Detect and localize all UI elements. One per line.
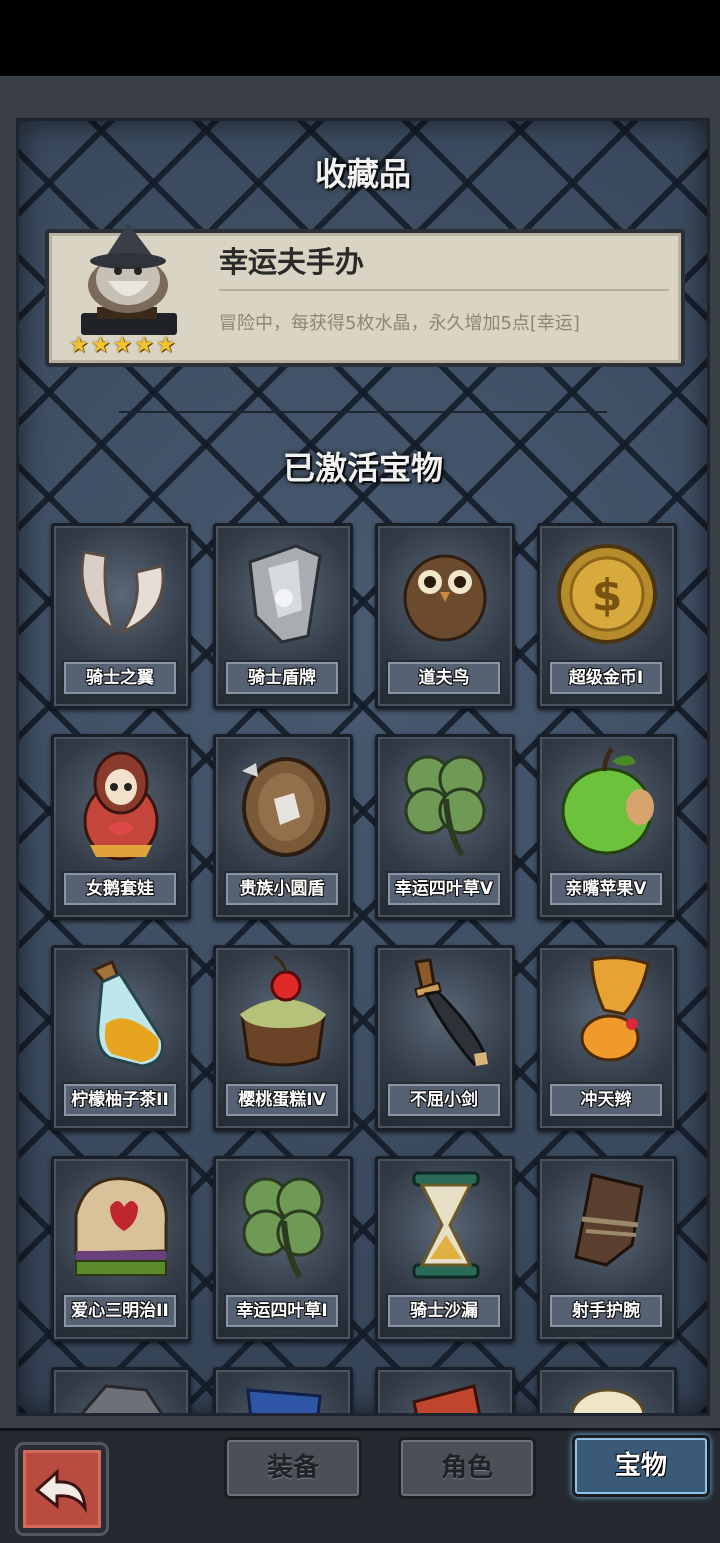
collection-description: 冒险中，每获得5枚水晶，永久增加5点[幸运] [219,313,580,334]
item-label: 超级金币I [548,660,664,696]
treasure-item[interactable]: 樱桃蛋糕IV [213,945,353,1131]
bracer-icon [574,1173,644,1267]
section-divider [119,411,607,413]
item-label: 冲天辫 [548,1082,664,1118]
treasure-item[interactable] [51,1367,191,1413]
star-icon: ★ [134,333,154,358]
back-arrow-icon [34,1468,87,1514]
collection-name: 幸运夫手办 [219,245,365,279]
treasure-item[interactable]: 柠檬柚子茶II [51,945,191,1131]
rarity-stars: ★ ★ ★ ★ ★ [69,335,176,357]
treasure-item[interactable]: 不屈小剑 [375,945,515,1131]
item-label: 幸运四叶草I [224,1293,340,1329]
apple-icon [561,747,654,855]
bottom-nav: 装备 角色 宝物 [0,1428,720,1543]
treasure-item[interactable]: 贵族小圆盾 [213,734,353,920]
treasure-item[interactable]: 骑士盾牌 [213,523,353,709]
sword-icon [414,958,488,1066]
sandwich-icon [74,1177,168,1276]
clover-icon [242,1177,324,1279]
tab-equipment[interactable]: 装备 [224,1437,362,1499]
ponytail-icon [580,956,650,1062]
item-label: 不屈小剑 [386,1082,502,1118]
gold-coin-icon: $ [557,544,657,644]
treasure-item[interactable]: 骑士之翼 [51,523,191,709]
item-label: 柠檬柚子茶II [62,1082,178,1118]
treasure-item[interactable]: 亲嘴苹果V [537,734,677,920]
item-label: 贵族小圆盾 [224,871,340,907]
item-label: 爱心三明治II [62,1293,178,1329]
status-bar [0,0,720,76]
item-label: 女鹅套娃 [62,871,178,907]
item-label: 亲嘴苹果V [548,871,664,907]
star-icon: ★ [112,333,133,358]
item-label: 道夫鸟 [386,660,502,696]
item-label: 骑士沙漏 [386,1293,502,1329]
item-label: 骑士之翼 [62,660,178,696]
treasure-item[interactable]: 道夫鸟 [375,523,515,709]
matryoshka-icon [83,751,159,861]
treasure-panel[interactable]: 收藏品 ★ ★ ★ ★ ★ 幸运夫手办 冒险中，每获得5枚水晶，永久增加5点[幸… [16,118,710,1416]
star-icon: ★ [90,333,111,358]
potion-bottle-icon [91,960,165,1068]
treasure-item[interactable]: 冲天辫 [537,945,677,1131]
rock-icon [80,1384,164,1413]
treasure-item[interactable]: 骑士沙漏 [375,1156,515,1342]
card-divider [219,289,669,291]
book-icon [412,1384,481,1413]
treasure-item[interactable]: 幸运四叶草I [213,1156,353,1342]
activated-heading: 已激活宝物 [282,449,443,487]
clover-icon [404,755,486,857]
cherry-cake-icon [240,954,326,1067]
owl-icon [403,554,487,642]
back-button[interactable] [18,1445,106,1533]
svg-text:$: $ [592,570,623,621]
treasure-item[interactable]: 幸运四叶草V [375,734,515,920]
tab-treasure[interactable]: 宝物 [572,1435,710,1497]
treasure-item[interactable] [537,1367,677,1413]
star-icon: ★ [155,333,176,358]
collection-heading: 收藏品 [314,155,411,193]
treasure-item[interactable]: $ 超级金币I [537,523,677,709]
star-icon: ★ [69,333,89,358]
item-label: 幸运四叶草V [386,871,502,907]
treasure-item[interactable] [213,1367,353,1413]
item-label: 射手护腕 [548,1293,664,1329]
collection-card[interactable]: ★ ★ ★ ★ ★ 幸运夫手办 冒险中，每获得5枚水晶，永久增加5点[幸运] [45,223,685,367]
treasure-item[interactable] [375,1367,515,1413]
item-label: 骑士盾牌 [224,660,340,696]
round-shield-icon [242,757,330,857]
tab-character[interactable]: 角色 [398,1437,536,1499]
wings-icon [80,550,165,636]
treasure-item[interactable]: 爱心三明治II [51,1156,191,1342]
treasure-item[interactable]: 射手护腕 [537,1156,677,1342]
item-label: 樱桃蛋糕IV [224,1082,340,1118]
shield-icon [248,544,322,644]
bone-icon [570,1388,646,1413]
treasure-item[interactable]: 女鹅套娃 [51,734,191,920]
hourglass-icon [412,1171,480,1279]
banner-icon [246,1388,322,1413]
